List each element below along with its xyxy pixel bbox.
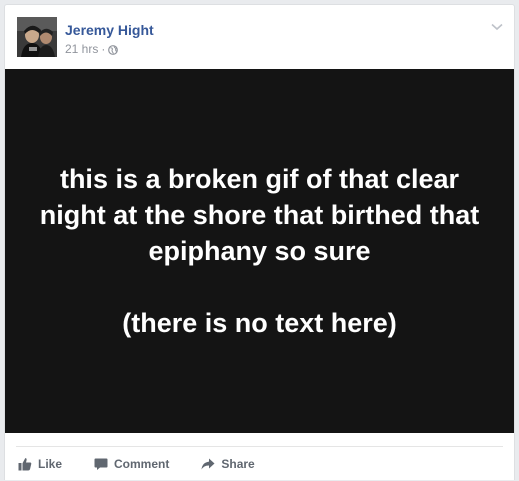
share-button[interactable]: Share	[201, 457, 255, 471]
globe-icon[interactable]	[108, 44, 119, 55]
meta-separator: ·	[101, 42, 106, 56]
chevron-down-icon[interactable]	[490, 19, 504, 31]
post-gif-media[interactable]: this is a broken gif of that clear night…	[5, 69, 514, 433]
comment-button[interactable]: Comment	[94, 457, 169, 471]
thumbs-up-icon	[18, 457, 32, 471]
media-caption-line-1: this is a broken gif of that clear night…	[39, 164, 480, 266]
comment-label: Comment	[114, 457, 170, 471]
share-arrow-icon	[201, 457, 215, 471]
like-button[interactable]: Like	[18, 457, 62, 471]
media-caption-line-2: (there is no text here)	[122, 308, 397, 338]
like-label: Like	[38, 457, 63, 471]
post-header: Jeremy Hight 21 hrs ·	[5, 5, 514, 69]
avatar-photo	[17, 17, 57, 57]
post-action-bar: Like Comment Share	[16, 446, 503, 481]
post-meta: 21 hrs ·	[65, 42, 119, 56]
post-timestamp[interactable]: 21 hrs	[65, 42, 98, 56]
comment-bubble-icon	[94, 457, 108, 471]
author-avatar[interactable]	[17, 17, 57, 57]
author-name-link[interactable]: Jeremy Hight	[65, 22, 154, 38]
post-card: Jeremy Hight 21 hrs · this is a broken g…	[4, 4, 515, 480]
share-label: Share	[221, 457, 255, 471]
